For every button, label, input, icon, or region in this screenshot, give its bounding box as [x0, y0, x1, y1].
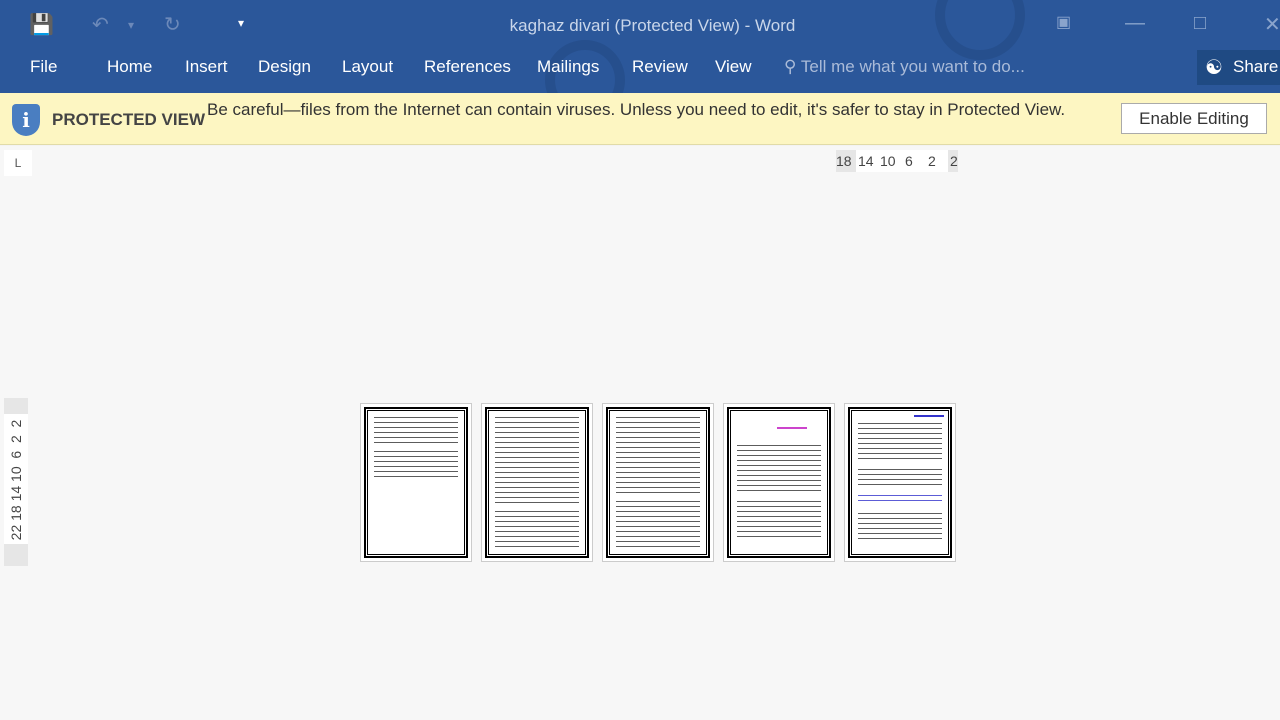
- add-person-icon: ☯: [1205, 57, 1223, 79]
- lightbulb-icon: ⚲: [784, 57, 797, 76]
- share-label: Share: [1233, 57, 1279, 76]
- ribbon-display-icon[interactable]: ▣: [1056, 12, 1071, 32]
- undo-dropdown-icon[interactable]: ▾: [128, 18, 134, 32]
- minimize-icon[interactable]: —: [1125, 12, 1145, 35]
- text-block: [737, 499, 821, 539]
- ruler-tick: 18: [836, 153, 852, 169]
- page-border: [364, 407, 468, 558]
- tell-me-placeholder: Tell me what you want to do...: [800, 57, 1025, 76]
- tab-file[interactable]: File: [30, 57, 57, 77]
- window-title: kaghaz divari (Protected View) - Word: [509, 16, 796, 35]
- text-block: [858, 493, 942, 505]
- text-block: [858, 511, 942, 541]
- text-block: [374, 449, 458, 477]
- tab-references[interactable]: References: [424, 57, 511, 77]
- text-block: [858, 467, 942, 487]
- maximize-icon[interactable]: □: [1194, 12, 1206, 35]
- page-thumbnail[interactable]: [602, 403, 714, 562]
- tab-selector[interactable]: L: [4, 150, 32, 176]
- share-button[interactable]: ☯ Share: [1197, 50, 1280, 85]
- horizontal-ruler[interactable]: 18 14 10 6 2 2: [836, 150, 958, 172]
- text-block: [374, 415, 458, 443]
- text-block: [737, 443, 821, 493]
- text-block: [616, 499, 700, 549]
- ruler-tick: 10: [880, 153, 896, 169]
- heading-line: [914, 415, 944, 417]
- tab-mailings[interactable]: Mailings: [537, 57, 599, 77]
- tab-view[interactable]: View: [715, 57, 752, 77]
- ruler-tick: 2: [928, 153, 936, 169]
- enable-editing-button[interactable]: Enable Editing: [1121, 103, 1267, 134]
- heading-line: [777, 427, 807, 429]
- page-border: [848, 407, 952, 558]
- tab-review[interactable]: Review: [632, 57, 688, 77]
- ruler-tick: 2: [950, 153, 958, 169]
- tab-design[interactable]: Design: [258, 57, 311, 77]
- title-bar: kaghaz divari (Protected View) - Word 💾 …: [0, 0, 1280, 93]
- ruler-tick: 14: [858, 153, 874, 169]
- redo-icon[interactable]: ↻: [164, 12, 181, 37]
- close-icon[interactable]: ✕: [1264, 12, 1280, 37]
- undo-icon[interactable]: ↶: [92, 12, 109, 37]
- ruler-tick: 6: [905, 153, 913, 169]
- page-border: [485, 407, 589, 558]
- page-border: [606, 407, 710, 558]
- tell-me-input[interactable]: ⚲ Tell me what you want to do...: [784, 57, 1025, 77]
- text-block: [495, 415, 579, 505]
- text-block: [858, 421, 942, 461]
- page-thumbnail[interactable]: [844, 403, 956, 562]
- vertical-ruler[interactable]: 22 18 14 10 6 2 2: [4, 398, 28, 566]
- shield-info-icon: i: [12, 104, 40, 136]
- ruler-ticks: 22 18 14 10 6 2 2: [8, 419, 24, 541]
- customize-icon[interactable]: ▾: [238, 16, 244, 30]
- text-block: [495, 509, 579, 549]
- protected-view-message: Be careful—files from the Internet can c…: [207, 100, 1066, 119]
- tab-home[interactable]: Home: [107, 57, 152, 77]
- page-thumbnail[interactable]: [360, 403, 472, 562]
- page-thumbnail[interactable]: [481, 403, 593, 562]
- save-icon[interactable]: 💾: [29, 12, 54, 37]
- protected-view-bar: i PROTECTED VIEW Be careful—files from t…: [0, 93, 1280, 145]
- shield-info-glyph: i: [22, 108, 30, 132]
- tab-insert[interactable]: Insert: [185, 57, 228, 77]
- text-block: [616, 415, 700, 495]
- protected-view-label: PROTECTED VIEW: [52, 110, 206, 129]
- page-thumbnail[interactable]: [723, 403, 835, 562]
- tab-layout[interactable]: Layout: [342, 57, 393, 77]
- page-border: [727, 407, 831, 558]
